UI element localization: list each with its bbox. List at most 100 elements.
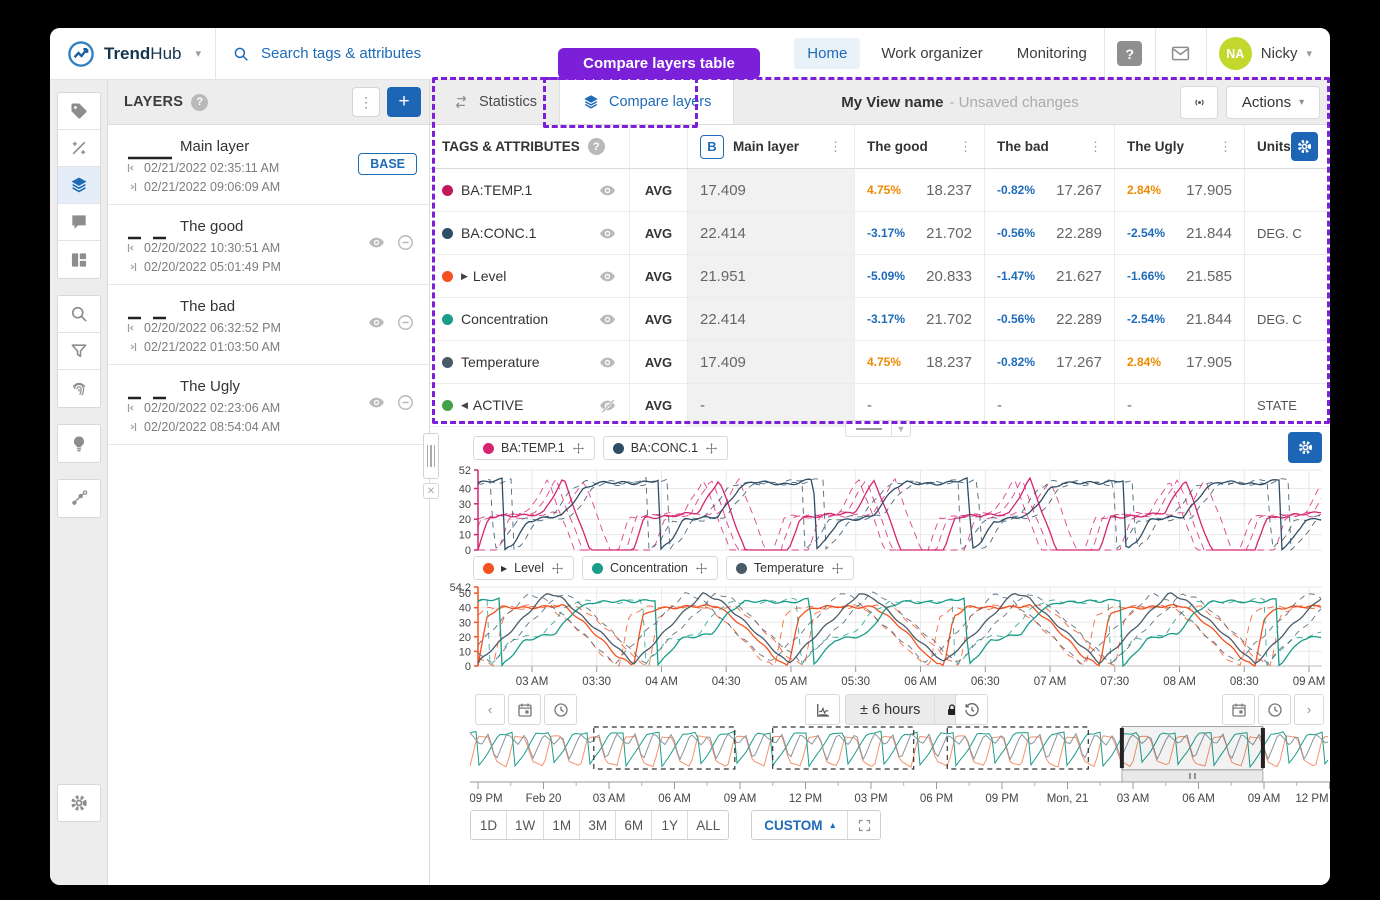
table-row-ba-conc-1[interactable]: BA:CONC.1AVG22.414-3.17%21.702-0.56%22.2… <box>430 212 1330 255</box>
column-menu-icon[interactable]: ⋮ <box>1219 139 1232 155</box>
cell-aggregation[interactable]: AVG <box>630 255 688 297</box>
history-button[interactable] <box>955 694 988 725</box>
cell-aggregation[interactable]: AVG <box>630 212 688 254</box>
trend-chart-bottom[interactable]: 03 AM03:3004 AM04:3005 AM05:3006 AM06:30… <box>430 582 1330 692</box>
add-layer-button[interactable]: + <box>387 87 421 117</box>
cell-aggregation[interactable]: AVG <box>630 169 688 211</box>
expand-icon[interactable] <box>848 811 880 839</box>
chart-mode-button[interactable] <box>805 694 840 725</box>
pan-left-button[interactable]: ‹ <box>475 694 505 725</box>
tab-statistics[interactable]: Statistics <box>430 80 560 124</box>
eye-icon[interactable] <box>598 310 617 329</box>
move-icon[interactable] <box>551 562 564 575</box>
user-menu[interactable]: NA Nicky ▾ <box>1207 37 1330 70</box>
tab-compare-layers[interactable]: Compare layers <box>560 80 734 124</box>
pan-right-button[interactable]: › <box>1294 694 1324 725</box>
rail-button-formula-icon[interactable] <box>58 130 100 167</box>
table-row-ba-temp-1[interactable]: BA:TEMP.1AVG17.4094.75%18.237-0.82%17.26… <box>430 169 1330 212</box>
layers-menu-button[interactable]: ⋮ <box>352 87 380 117</box>
help-circle-icon[interactable]: ? <box>191 94 208 111</box>
cell-aggregation[interactable]: AVG <box>630 384 688 426</box>
live-mode-button[interactable] <box>1180 86 1218 119</box>
rail-button-lightbulb-icon[interactable] <box>58 425 100 462</box>
nav-link-work-organizer[interactable]: Work organizer <box>868 38 995 69</box>
rail-button-search-icon[interactable] <box>58 296 100 333</box>
rail-button-dashboard-icon[interactable] <box>58 241 100 278</box>
preset-all[interactable]: ALL <box>688 811 728 839</box>
trend-chart-top[interactable]: 52403020100 <box>430 464 1330 554</box>
preset-1y[interactable]: 1Y <box>652 811 688 839</box>
custom-range-button[interactable]: CUSTOM▴ <box>752 811 848 839</box>
expand-right-icon[interactable]: ▶ <box>501 564 507 573</box>
eye-icon[interactable] <box>598 353 617 372</box>
table-row-concentration[interactable]: ConcentrationAVG22.414-3.17%21.702-0.56%… <box>430 298 1330 341</box>
table-row-temperature[interactable]: TemperatureAVG17.4094.75%18.237-0.82%17.… <box>430 341 1330 384</box>
move-icon[interactable] <box>572 442 585 455</box>
close-icon[interactable]: ✕ <box>423 483 439 499</box>
legend-chip-ba-temp-1[interactable]: BA:TEMP.1 <box>473 436 595 460</box>
help-circle-icon[interactable]: ? <box>588 138 605 155</box>
preset-1w[interactable]: 1W <box>507 811 544 839</box>
rail-button-node-graph-icon[interactable] <box>58 480 100 517</box>
move-icon[interactable] <box>831 562 844 575</box>
calendar-end-button[interactable] <box>1222 694 1255 725</box>
eye-icon[interactable] <box>367 313 386 332</box>
table-collapse-handle[interactable]: ▼ <box>845 420 911 437</box>
layer-item-the-ugly[interactable]: The Ugly02/20/2022 02:23:06 AM02/20/2022… <box>108 365 429 445</box>
eye-icon[interactable] <box>598 224 617 243</box>
table-settings-button[interactable] <box>1291 132 1318 161</box>
eye-icon[interactable] <box>598 267 617 286</box>
nav-link-home[interactable]: Home <box>794 38 860 69</box>
time-range-label[interactable]: ± 6 hours <box>846 702 934 718</box>
rail-button-tag-icon[interactable] <box>58 93 100 130</box>
table-row-level[interactable]: ▶LevelAVG21.951-5.09%20.833-1.47%21.627-… <box>430 255 1330 298</box>
context-overview-bar[interactable] <box>470 726 1330 786</box>
layer-item-the-good[interactable]: The good02/20/2022 10:30:51 AM02/20/2022… <box>108 205 429 285</box>
eye-icon[interactable] <box>367 233 386 252</box>
messages-button[interactable] <box>1156 28 1206 80</box>
eye-icon[interactable] <box>598 181 617 200</box>
legend-chip-level[interactable]: ▶Level <box>473 556 574 580</box>
remove-layer-icon[interactable] <box>396 393 415 412</box>
rail-button-fingerprint-icon[interactable] <box>58 370 100 407</box>
preset-3m[interactable]: 3M <box>580 811 616 839</box>
expand-right-icon[interactable]: ▶ <box>461 271 468 282</box>
app-brand[interactable]: TrendHub ▾ <box>50 39 215 69</box>
column-menu-icon[interactable]: ⋮ <box>959 139 972 155</box>
nav-link-monitoring[interactable]: Monitoring <box>1004 38 1100 69</box>
column-menu-icon[interactable]: ⋮ <box>1089 139 1102 155</box>
chart-axis-handle[interactable]: ✕ <box>423 433 439 499</box>
actions-button[interactable]: Actions▾ <box>1226 86 1320 119</box>
cell-aggregation[interactable]: AVG <box>630 298 688 340</box>
rail-button-comment-icon[interactable] <box>58 204 100 241</box>
eye-off-icon[interactable] <box>598 396 617 415</box>
rail-button-gear-icon[interactable] <box>57 784 101 822</box>
cell-aggregation[interactable]: AVG <box>630 341 688 383</box>
layer-item-main-layer[interactable]: Main layer02/21/2022 02:35:11 AM02/21/20… <box>108 125 429 205</box>
move-icon[interactable] <box>695 562 708 575</box>
legend-chip-ba-conc-1[interactable]: BA:CONC.1 <box>603 436 728 460</box>
clock-start-button[interactable] <box>544 694 577 725</box>
help-button[interactable]: ? <box>1105 28 1155 80</box>
rail-button-filter-icon[interactable] <box>58 333 100 370</box>
column-menu-icon[interactable]: ⋮ <box>829 139 842 155</box>
drag-handle-icon[interactable] <box>423 433 439 479</box>
expand-left-icon[interactable]: ◀ <box>461 400 468 411</box>
clock-end-button[interactable] <box>1258 694 1291 725</box>
legend-chip-temperature[interactable]: Temperature <box>726 556 854 580</box>
preset-1d[interactable]: 1D <box>471 811 507 839</box>
layer-item-the-bad[interactable]: The bad02/20/2022 06:32:52 PM02/21/2022 … <box>108 285 429 365</box>
rail-button-layers-icon[interactable] <box>58 167 100 204</box>
eye-icon[interactable] <box>367 393 386 412</box>
chart-settings-button[interactable] <box>1288 432 1322 463</box>
legend-chip-concentration[interactable]: Concentration <box>582 556 718 580</box>
remove-layer-icon[interactable] <box>396 233 415 252</box>
remove-layer-icon[interactable] <box>396 313 415 332</box>
preset-1m[interactable]: 1M <box>544 811 580 839</box>
brand-caret-icon[interactable]: ▾ <box>195 47 201 60</box>
calendar-start-button[interactable] <box>508 694 541 725</box>
move-icon[interactable] <box>705 442 718 455</box>
search-input[interactable] <box>259 44 539 63</box>
layers-list: Main layer02/21/2022 02:35:11 AM02/21/20… <box>108 125 429 445</box>
preset-6m[interactable]: 6M <box>616 811 652 839</box>
